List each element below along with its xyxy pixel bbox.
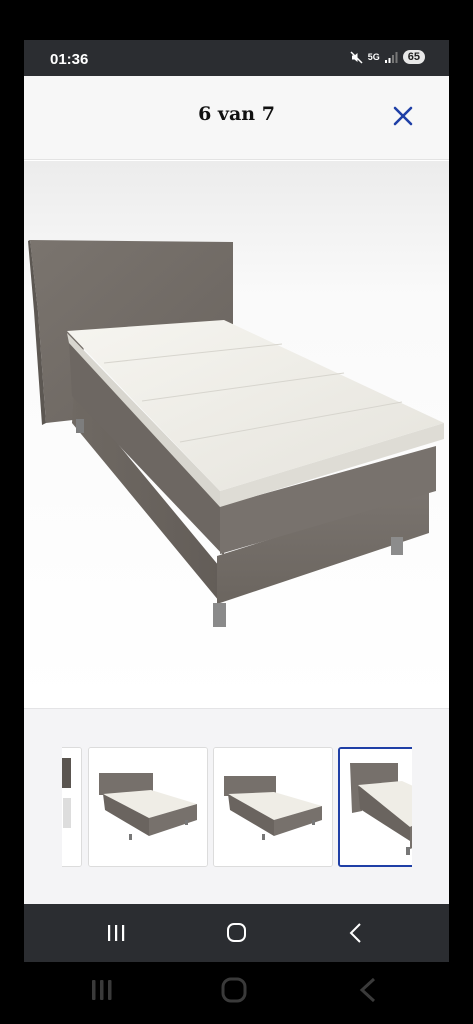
app-navigation-bar — [24, 904, 449, 962]
thumbnail-image — [340, 749, 412, 865]
system-recent-apps-button[interactable] — [82, 976, 122, 1006]
close-button[interactable] — [391, 102, 415, 130]
main-product-image[interactable] — [24, 161, 449, 707]
back-icon — [359, 977, 376, 1003]
system-navigation-bar — [0, 962, 473, 1024]
system-back-button[interactable] — [348, 976, 388, 1006]
viewer-header: 6 van 7 — [24, 76, 449, 160]
thumbnail-bed-front[interactable] — [88, 747, 208, 867]
signal-5g-icon: 5G — [367, 52, 380, 62]
thumbnail-image — [89, 748, 207, 866]
page-title: 6 van 7 — [198, 103, 275, 125]
thumbnail-strip — [24, 708, 449, 904]
thumbnail-bed-angle[interactable] — [338, 747, 412, 867]
thumbnail-bed-side[interactable] — [213, 747, 333, 867]
status-time: 01:36 — [50, 51, 89, 68]
phone-screen: 01:36 5G 65 6 van 7 — [24, 40, 449, 962]
mute-icon — [350, 50, 363, 64]
thumbnail-image — [214, 748, 332, 866]
status-bar: 01:36 5G 65 — [24, 40, 449, 76]
thumbnail-image — [62, 748, 81, 866]
home-icon — [227, 923, 246, 942]
bed-image — [24, 161, 449, 707]
status-icons: 5G 65 — [350, 50, 425, 64]
home-button[interactable] — [216, 918, 256, 948]
thumbnail-list — [62, 747, 412, 869]
home-icon — [221, 977, 247, 1003]
back-icon — [349, 923, 361, 943]
recent-apps-icon — [92, 980, 112, 1000]
recent-apps-icon — [108, 925, 125, 941]
back-button[interactable] — [336, 918, 376, 948]
signal-bars-icon — [384, 52, 398, 63]
battery-icon: 65 — [402, 50, 425, 64]
system-home-button[interactable] — [214, 976, 254, 1006]
thumbnail-partial[interactable] — [62, 747, 82, 867]
close-icon — [393, 106, 413, 126]
recent-apps-button[interactable] — [96, 918, 136, 948]
